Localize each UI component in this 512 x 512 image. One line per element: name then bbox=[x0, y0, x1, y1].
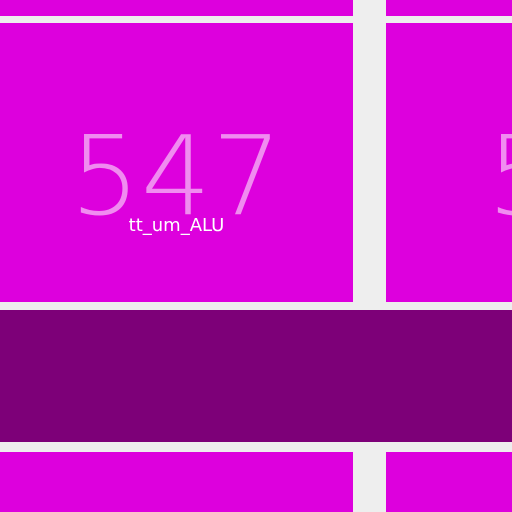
tile-top-left[interactable] bbox=[0, 0, 353, 16]
tile-grid: 547 tt_um_ALU 5 bbox=[0, 0, 512, 512]
tile-value: 5 bbox=[487, 121, 512, 231]
highlight-banner[interactable] bbox=[0, 310, 512, 442]
tile-bottom-right[interactable] bbox=[386, 452, 512, 512]
design-tile[interactable]: 547 tt_um_ALU bbox=[0, 23, 353, 302]
tile-top-right[interactable] bbox=[386, 0, 512, 16]
tile-bottom-left[interactable] bbox=[0, 452, 353, 512]
tile-label: tt_um_ALU bbox=[128, 215, 225, 236]
design-tile[interactable]: 5 bbox=[386, 23, 512, 302]
